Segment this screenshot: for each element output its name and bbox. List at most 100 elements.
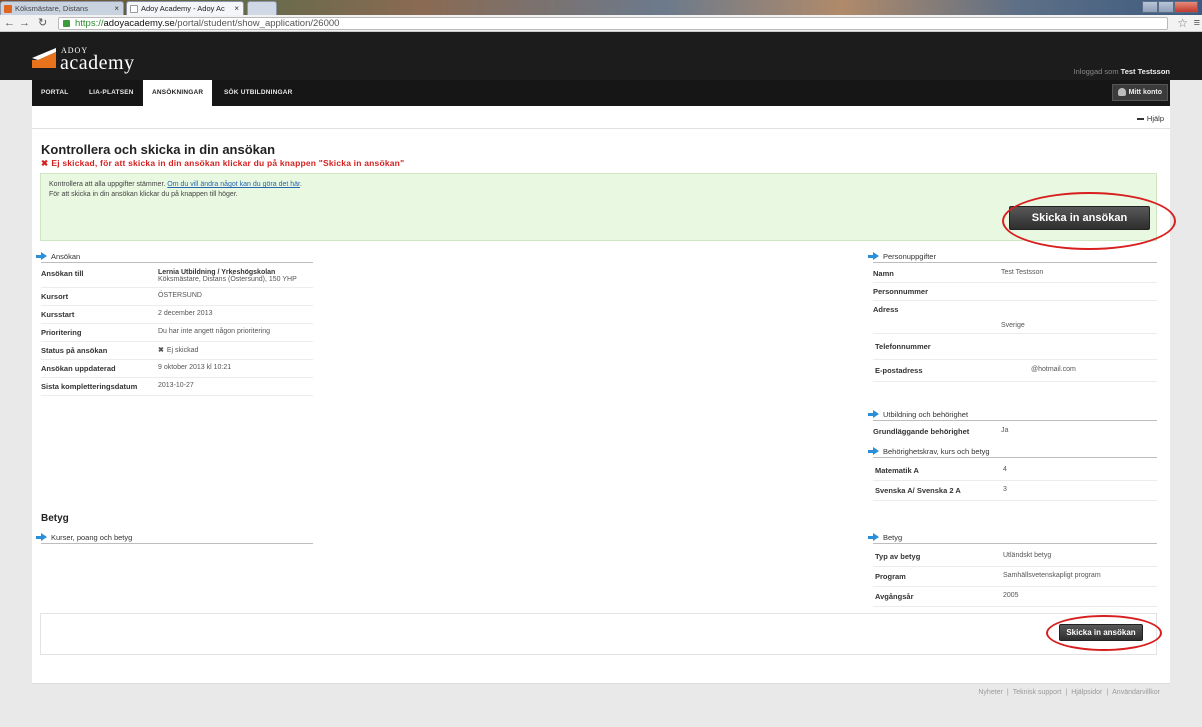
info-line-1-prefix: Kontrollera att alla uppgifter stämmer. xyxy=(49,181,166,188)
row-label: Kursort xyxy=(41,287,158,306)
row-label: Program xyxy=(873,566,1001,587)
row-value: 2005 xyxy=(1001,586,1157,607)
bookmark-star-icon[interactable]: ☆ xyxy=(1177,16,1188,30)
row-label: Kursstart xyxy=(41,305,158,324)
minimize-window-button[interactable] xyxy=(1142,1,1158,13)
footer-link-support[interactable]: Teknisk support xyxy=(1013,689,1062,696)
row-value: Du har inte angett någon prioritering xyxy=(158,323,313,342)
application-table: Ansökan till Lernia Utbildning / Yrkeshög… xyxy=(41,265,313,396)
footer-link-help[interactable]: Hjälpsidor xyxy=(1071,689,1102,696)
browser-toolbar: ← → ↻ https://adoyacademy.se/portal/stud… xyxy=(0,15,1202,32)
row-value: Ja xyxy=(1001,427,1009,434)
back-arrow-icon[interactable]: ← xyxy=(4,17,15,29)
nav-ansokningar[interactable]: ANSÖKNINGAR xyxy=(143,80,213,106)
main-navigation: PORTAL LIA-PLATSEN ANSÖKNINGAR SÖK UTBIL… xyxy=(32,80,1170,106)
separator: | xyxy=(1065,689,1068,696)
maximize-window-button[interactable] xyxy=(1157,1,1174,13)
table-row: Svenska A/ Svenska 2 A3 xyxy=(873,480,1157,501)
footer-links: Nyheter | Teknisk support | Hjälpsidor | Använ… xyxy=(978,689,1160,696)
logo-mark-icon xyxy=(32,48,56,68)
browser-menu-icon[interactable]: ≡ xyxy=(1194,17,1200,29)
close-window-button[interactable] xyxy=(1173,1,1198,13)
row-label: Namn xyxy=(873,265,1001,283)
table-row: Kursstart 2 december 2013 xyxy=(41,305,313,324)
row-label: Grundläggande behörighet xyxy=(873,427,970,436)
page-title: Kontrollera och skicka in din ansökan xyxy=(41,142,276,157)
table-row: Grundläggande behörighet Ja xyxy=(873,423,1157,440)
personal-section-title: Personuppgifter xyxy=(868,252,1157,263)
browser-tab-title: Köksmästare, Distans xyxy=(15,4,88,13)
close-tab-icon[interactable]: × xyxy=(234,4,239,13)
address-bar[interactable]: https://adoyacademy.se/portal/student/sh… xyxy=(58,17,1168,30)
forward-arrow-icon[interactable]: → xyxy=(19,17,30,29)
courses-section-title: Kurser, poang och betyg xyxy=(36,533,313,544)
status-badge: ✖ Ej skickad xyxy=(158,341,313,360)
table-row: Sista kompletteringsdatum 2013-10-27 xyxy=(41,377,313,396)
my-account-label: Mitt konto xyxy=(1128,89,1162,96)
personal-section-label: Personuppgifter xyxy=(883,252,936,261)
logged-in-status: Inloggad som Test Testsson xyxy=(1074,67,1170,76)
browser-tab-2[interactable]: Adoy Academy - Adoy Ac × xyxy=(126,1,244,15)
row-label: Matematik A xyxy=(873,461,1001,481)
nav-lia-platsen[interactable]: LIA-PLATSEN xyxy=(80,80,143,106)
nav-portal[interactable]: PORTAL xyxy=(32,80,77,106)
row-label: Ansökan uppdaterad xyxy=(41,359,158,378)
table-row: Matematik A4 xyxy=(873,461,1157,481)
red-x-icon: ✖ xyxy=(158,347,164,354)
grades-heading: Betyg xyxy=(41,513,69,524)
footer-link-news[interactable]: Nyheter xyxy=(978,689,1003,696)
logged-in-prefix: Inloggad som xyxy=(1073,67,1119,76)
requirements-section-label: Behörighetskrav, kurs och betyg xyxy=(883,447,990,456)
courses-section-label: Kurser, poang och betyg xyxy=(51,533,133,542)
grades-section-label: Betyg xyxy=(883,533,903,542)
help-label: Hjälp xyxy=(1146,114,1164,123)
logged-in-user[interactable]: Test Testsson xyxy=(1121,67,1170,76)
blue-arrow-icon xyxy=(36,533,47,541)
warning-text: Ej skickad, för att skicka in din ansöka… xyxy=(51,158,405,168)
row-value: 9 oktober 2013 kl 10:21 xyxy=(158,359,313,378)
red-x-icon: ✖ xyxy=(41,158,49,168)
browser-tab-title: Adoy Academy - Adoy Ac xyxy=(141,4,225,13)
table-row: Ansökan uppdaterad 9 oktober 2013 kl 10:2… xyxy=(41,359,313,378)
row-label: Ansökan till xyxy=(41,265,158,288)
window-controls xyxy=(1142,1,1198,13)
footer-link-terms[interactable]: Användarvillkor xyxy=(1112,689,1160,696)
blue-arrow-icon xyxy=(868,252,879,260)
personal-table: Namn Test Testsson Personnummer Adress Sv… xyxy=(873,265,1157,382)
nav-sok-utbildningar[interactable]: SÖK UTBILDNINGAR xyxy=(215,80,302,106)
info-panel: Kontrollera att alla uppgifter stämmer. … xyxy=(40,173,1157,241)
red-highlight-ellipse xyxy=(1046,615,1162,651)
requirements-section-title: Behörighetskrav, kurs och betyg xyxy=(868,447,1157,458)
info-line-1-suffix: . xyxy=(300,181,302,188)
table-row: Typ av betyg Utländskt betyg xyxy=(873,547,1157,567)
application-section-title: Ansökan xyxy=(36,252,313,263)
footer-divider xyxy=(32,683,1170,684)
table-row: Personnummer xyxy=(873,282,1157,301)
site-header: ADOY academy Inloggad som Test Testsson xyxy=(0,32,1202,80)
browser-tab-1[interactable]: Köksmästare, Distans × xyxy=(0,1,124,15)
row-value xyxy=(1001,282,1157,301)
edit-application-link[interactable]: Om du vill ändra något kan du göra det h… xyxy=(167,181,300,188)
table-row: Adress xyxy=(873,301,1157,319)
row-value: Sverige xyxy=(1001,318,1157,334)
reload-icon[interactable]: ↻ xyxy=(38,17,47,29)
row-label: Svenska A/ Svenska 2 A xyxy=(873,480,1001,501)
row-label: Typ av betyg xyxy=(873,547,1001,567)
my-account-button[interactable]: Mitt konto xyxy=(1111,84,1168,101)
row-label: Status på ansökan xyxy=(41,341,158,360)
new-tab-button[interactable] xyxy=(247,1,277,15)
row-value xyxy=(1001,301,1157,319)
row-label: Adress xyxy=(873,305,899,314)
row-label: Sista kompletteringsdatum xyxy=(41,377,158,396)
help-link[interactable]: Hjälp xyxy=(1136,114,1164,123)
close-tab-icon[interactable]: × xyxy=(114,4,119,13)
main-content: Hjälp Kontrollera och skicka in din ansö… xyxy=(32,106,1176,683)
education-section-title: Utbildning och behörighet xyxy=(868,410,1157,421)
row-value: Test Testsson xyxy=(1001,265,1157,283)
info-line-2: För att skicka in din ansökan klickar du… xyxy=(49,191,238,198)
page-favicon-icon xyxy=(130,5,138,13)
table-row: E-postadress @hotmail.com xyxy=(873,359,1157,382)
adoy-academy-logo[interactable]: ADOY academy xyxy=(32,46,152,76)
logo-text-main: academy xyxy=(60,52,135,74)
row-value: 4 xyxy=(1001,461,1157,481)
